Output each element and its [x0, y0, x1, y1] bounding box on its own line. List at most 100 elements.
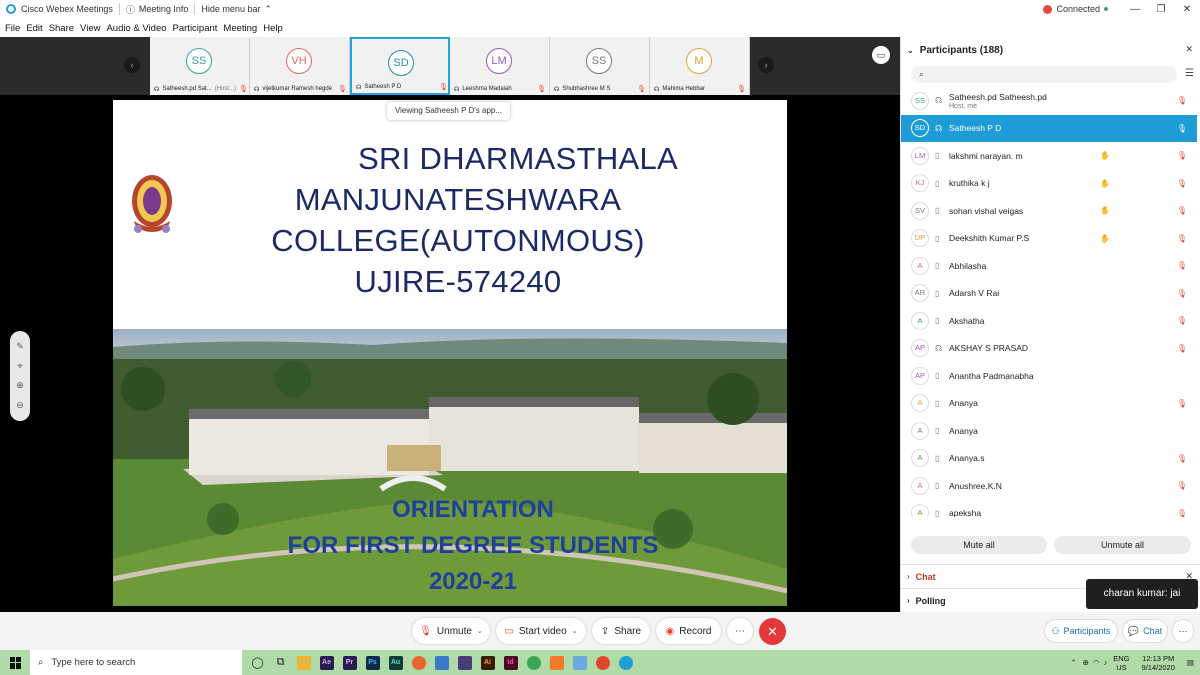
annotate-icon[interactable]: ✎ [16, 341, 24, 352]
participant-row[interactable]: A ▯ Ananya [901, 417, 1197, 444]
notepad-icon[interactable] [430, 650, 453, 675]
menu-file[interactable]: File [5, 23, 20, 34]
more-options-button[interactable]: ⋯ [727, 618, 753, 644]
app-orange-icon[interactable] [545, 650, 568, 675]
windows-start-icon[interactable] [10, 656, 22, 669]
participant-search-input[interactable] [930, 69, 1177, 80]
chevron-down-icon[interactable]: ⌄ [907, 46, 914, 55]
chat-button[interactable]: 💬 Chat [1122, 619, 1168, 643]
video-thumbnail[interactable]: VH ☊ vijetkumar Ramesh hegde 🎙 [250, 37, 350, 95]
muted-mic-icon[interactable]: 🎙 [1177, 179, 1187, 188]
notifications-icon[interactable]: ▤ [1187, 658, 1194, 667]
menu-help[interactable]: Help [263, 23, 283, 34]
participant-row[interactable]: A ▯ Ananya.s 🎙 [901, 445, 1197, 472]
muted-mic-icon[interactable]: 🎙 [1177, 289, 1187, 298]
participant-row[interactable]: KJ ▯ kruthika k j ✋ 🎙 [901, 170, 1197, 197]
minimize-button[interactable]: — [1122, 4, 1148, 15]
participant-row[interactable]: AP ▯ Anantha Padmanabha [901, 362, 1197, 389]
wifi-icon[interactable]: ◠ [1093, 658, 1100, 667]
end-meeting-button[interactable]: ✕ [759, 618, 786, 645]
visual-studio-icon[interactable] [453, 650, 476, 675]
taskbar-search[interactable]: ⌕ Type here to search [30, 650, 242, 675]
taskbar-clock[interactable]: 12:13 PM 9/14/2020 [1142, 654, 1175, 672]
pointer-icon[interactable]: ⌖ [17, 361, 22, 372]
participant-row[interactable]: A ▯ Ananya 🎙 [901, 390, 1197, 417]
video-thumbnail[interactable]: LM ☊ Leeshma Madaiah 🎙 [450, 37, 550, 95]
illustrator-icon[interactable]: Ai [476, 650, 499, 675]
participant-row[interactable]: SD ☊ Satheesh P D 🎙 [901, 114, 1197, 142]
participant-row[interactable]: A ▯ Abhilasha 🎙 [901, 252, 1197, 279]
viewing-indicator[interactable]: Viewing Satheesh P D's app... [387, 102, 510, 120]
participant-row[interactable]: SS ☊ Satheesh.pd Satheesh.pd Host, me 🎙 [901, 87, 1197, 114]
network-icon[interactable]: ⊕ [1083, 658, 1089, 667]
participant-row[interactable]: A ▯ apeksha 🎙 [901, 500, 1197, 518]
participant-row[interactable]: A ▯ Akshatha 🎙 [901, 307, 1197, 334]
participants-button[interactable]: ⚇ Participants [1044, 619, 1118, 643]
participant-row[interactable]: DP ▯ Deekshith Kumar P.S ✋ 🎙 [901, 225, 1197, 252]
participant-row[interactable]: AR ▯ Adarsh V Rai 🎙 [901, 280, 1197, 307]
chrome-icon[interactable] [591, 650, 614, 675]
indesign-icon[interactable]: Id [499, 650, 522, 675]
chevron-up-icon[interactable]: ⌃ [1070, 658, 1076, 667]
cortana-icon[interactable]: ◯ [246, 650, 269, 675]
meeting-info-button[interactable]: ⓘ Meeting Info [126, 3, 189, 16]
unmute-button[interactable]: 🎙 Unmute ⌄ [412, 618, 490, 644]
menu-view[interactable]: View [80, 23, 100, 34]
muted-mic-icon[interactable]: 🎙 [1177, 124, 1187, 133]
zoom-out-icon[interactable]: ⊖ [16, 400, 24, 411]
muted-mic-icon[interactable]: 🎙 [1177, 481, 1187, 490]
app-green-icon[interactable] [522, 650, 545, 675]
photoshop-icon[interactable]: Ps [361, 650, 384, 675]
menu-edit[interactable]: Edit [26, 23, 42, 34]
menu-audio-video[interactable]: Audio & Video [106, 23, 166, 34]
muted-mic-icon[interactable]: 🎙 [1177, 454, 1187, 463]
muted-mic-icon[interactable]: 🎙 [1177, 316, 1187, 325]
firefox-icon[interactable] [407, 650, 430, 675]
premiere-icon[interactable]: Pr [338, 650, 361, 675]
volume-icon[interactable]: ♪ [1104, 658, 1108, 667]
muted-mic-icon[interactable]: 🎙 [1177, 344, 1187, 353]
participant-search[interactable]: ⌕ [911, 66, 1177, 83]
task-view-icon[interactable]: ⧉ [269, 650, 292, 675]
app-blue-icon[interactable] [568, 650, 591, 675]
webex-taskbar-icon[interactable] [614, 650, 637, 675]
participant-row[interactable]: LM ▯ lakshmi narayan. m ✋ 🎙 [901, 142, 1197, 169]
participant-row[interactable]: AP ☊ AKSHAY S PRASAD 🎙 [901, 335, 1197, 362]
layout-toggle-button[interactable]: ▭ [872, 46, 890, 64]
muted-mic-icon[interactable]: 🎙 [1177, 234, 1187, 243]
after-effects-icon[interactable]: Ae [315, 650, 338, 675]
muted-mic-icon[interactable]: 🎙 [1177, 399, 1187, 408]
chevron-down-icon[interactable]: ⌄ [572, 627, 578, 635]
chat-notification[interactable]: charan kumar: jai [1086, 579, 1198, 609]
share-button[interactable]: ⇪ Share [592, 618, 650, 644]
video-thumbnail[interactable]: M ☊ Mahima Hebbar 🎙 [650, 37, 750, 95]
mute-all-button[interactable]: Mute all [911, 536, 1047, 554]
zoom-in-icon[interactable]: ⊕ [16, 380, 24, 391]
maximize-button[interactable]: ❐ [1148, 4, 1174, 15]
chevron-down-icon[interactable]: ⌄ [477, 627, 483, 635]
close-window-button[interactable]: ✕ [1174, 4, 1200, 15]
video-thumbnail[interactable]: SD ☊ Satheesh P D 🎙 [350, 37, 450, 95]
muted-mic-icon[interactable]: 🎙 [1177, 151, 1187, 160]
filmstrip-prev-button[interactable]: ‹ [124, 57, 140, 73]
audition-icon[interactable]: Au [384, 650, 407, 675]
participant-row[interactable]: SV ▯ sohan vishal veigas ✋ 🎙 [901, 197, 1197, 224]
participant-row[interactable]: A ▯ Anushree.K.N 🎙 [901, 472, 1197, 499]
close-panel-button[interactable]: ✕ [1185, 44, 1193, 55]
panel-more-button[interactable]: ⋯ [1172, 619, 1194, 643]
file-explorer-icon[interactable] [292, 650, 315, 675]
muted-mic-icon[interactable]: 🎙 [1177, 96, 1187, 105]
muted-mic-icon[interactable]: 🎙 [1177, 261, 1187, 270]
menu-share[interactable]: Share [49, 23, 74, 34]
record-button[interactable]: ◉ Record [656, 618, 721, 644]
filmstrip-next-button[interactable]: › [758, 57, 774, 73]
video-thumbnail[interactable]: SS ☊ Shubhashree M S 🎙 [550, 37, 650, 95]
sort-icon[interactable]: ☰ [1185, 68, 1194, 79]
connection-status[interactable]: Connected [1043, 4, 1108, 14]
start-video-button[interactable]: ▭ Start video ⌄ [496, 618, 586, 644]
menu-participant[interactable]: Participant [173, 23, 218, 34]
unmute-all-button[interactable]: Unmute all [1054, 536, 1191, 554]
muted-mic-icon[interactable]: 🎙 [1177, 509, 1187, 518]
hide-menu-bar-button[interactable]: Hide menu bar ⌃ [201, 4, 272, 15]
language-indicator[interactable]: ENG US [1113, 654, 1129, 672]
